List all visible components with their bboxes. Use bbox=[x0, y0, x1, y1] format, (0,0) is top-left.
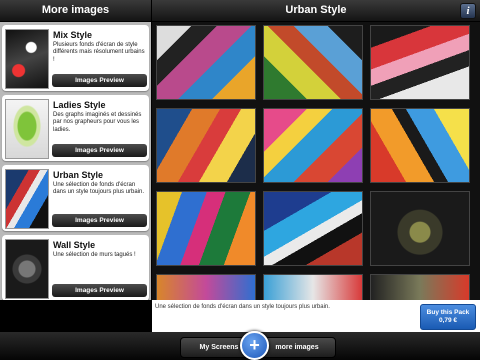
pack-description: Plusieurs fonds d'écran de style différe… bbox=[53, 42, 145, 63]
images-preview-button[interactable]: Images Preview bbox=[52, 74, 147, 87]
add-plus-icon[interactable]: + bbox=[240, 331, 269, 360]
pack-title: Wall Style bbox=[53, 240, 96, 250]
tab-more-images[interactable]: more images bbox=[258, 337, 336, 358]
buy-pack-button[interactable]: Buy this Pack 0,79 € bbox=[420, 304, 476, 330]
wallpaper-thumbnail[interactable] bbox=[156, 25, 256, 100]
wall-style-thumbnail bbox=[5, 239, 49, 299]
wallpaper-thumbnail[interactable] bbox=[263, 191, 363, 266]
more-images-title: More images bbox=[41, 4, 110, 16]
buy-pack-price: 0,79 € bbox=[438, 317, 458, 324]
pack-card-ladies-style[interactable]: Ladies Style Des graphs imaginés et dess… bbox=[2, 95, 149, 161]
buy-pack-label: Buy this Pack bbox=[426, 309, 470, 316]
pack-card-wall-style[interactable]: Wall Style Une sélection de murs tagués … bbox=[2, 235, 149, 300]
wallpaper-grid bbox=[152, 22, 480, 300]
images-preview-button[interactable]: Images Preview bbox=[52, 214, 147, 227]
pack-card-mix-style[interactable]: Mix Style Plusieurs fonds d'écran de sty… bbox=[2, 25, 149, 91]
pack-title: Mix Style bbox=[53, 30, 93, 40]
wallpaper-thumbnail[interactable] bbox=[370, 108, 470, 183]
wallpaper-thumbnail[interactable] bbox=[370, 274, 470, 300]
images-preview-button[interactable]: Images Preview bbox=[52, 284, 147, 297]
urban-style-thumbnail bbox=[5, 169, 49, 229]
page-title: Urban Style bbox=[285, 4, 347, 16]
wallpaper-thumbnail[interactable] bbox=[370, 25, 470, 100]
wallpaper-thumbnail[interactable] bbox=[263, 25, 363, 100]
pack-description: Une sélection de murs tagués ! bbox=[53, 252, 136, 258]
pack-description: Des graphs imaginés et dessinés par nos … bbox=[53, 112, 142, 133]
wallpaper-thumbnail[interactable] bbox=[156, 274, 256, 300]
urban-style-header: Urban Style i bbox=[152, 0, 480, 22]
wallpaper-thumbnail[interactable] bbox=[263, 274, 363, 300]
wallpaper-thumbnail[interactable] bbox=[156, 191, 256, 266]
info-icon[interactable]: i bbox=[460, 3, 476, 19]
pack-info-description: Une sélection de fonds d'écran dans un s… bbox=[155, 304, 330, 310]
wallpaper-thumbnail[interactable] bbox=[263, 108, 363, 183]
packs-list: Mix Style Plusieurs fonds d'écran de sty… bbox=[0, 22, 151, 300]
pack-info-bar: Une sélection de fonds d'écran dans un s… bbox=[152, 300, 480, 332]
pack-description: Une sélection de fonds d'écran dans un s… bbox=[53, 182, 145, 196]
mix-style-thumbnail bbox=[5, 29, 49, 89]
pack-card-urban-style[interactable]: Urban Style Une sélection de fonds d'écr… bbox=[2, 165, 149, 231]
ladies-style-thumbnail bbox=[5, 99, 49, 159]
pack-title: Urban Style bbox=[53, 170, 104, 180]
wallpaper-thumbnail[interactable] bbox=[156, 108, 256, 183]
pack-title: Ladies Style bbox=[53, 100, 106, 110]
more-images-header: More images bbox=[0, 0, 151, 22]
wallpaper-thumbnail[interactable] bbox=[370, 191, 470, 266]
images-preview-button[interactable]: Images Preview bbox=[52, 144, 147, 157]
